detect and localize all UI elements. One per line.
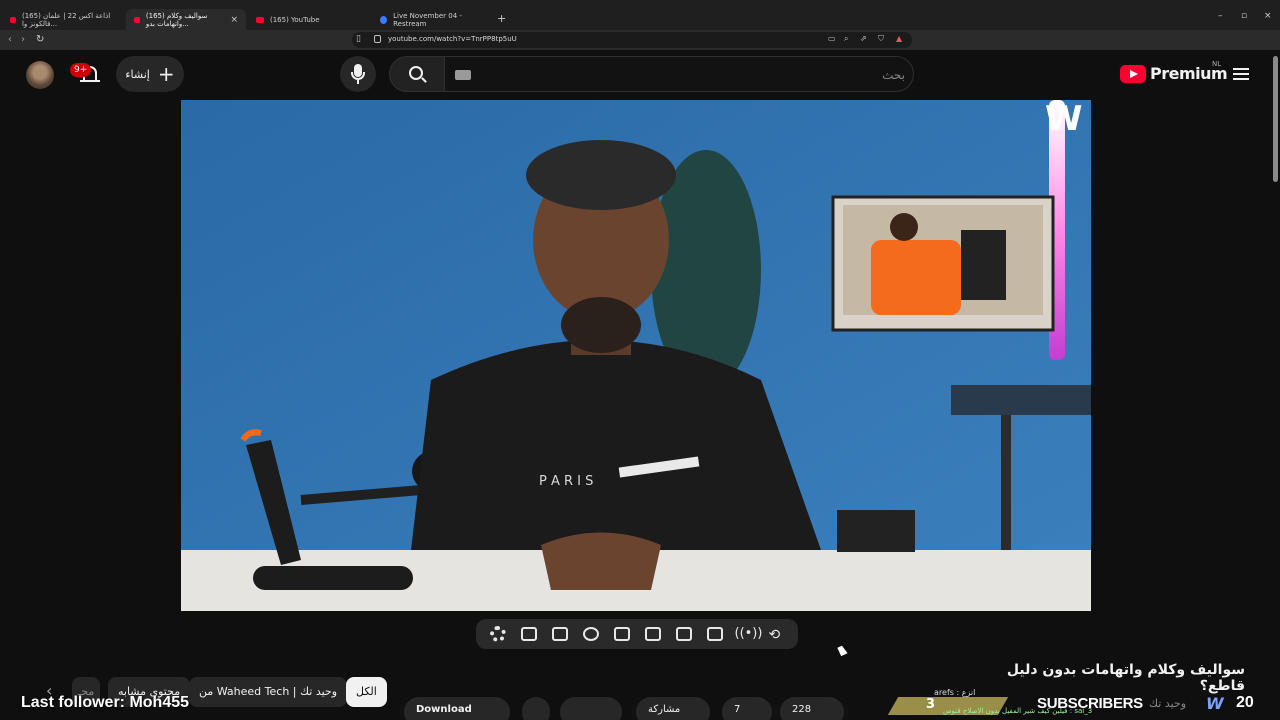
reload-icon[interactable]: ↻ <box>36 34 44 45</box>
more-actions-button[interactable] <box>522 697 550 720</box>
zoom-icon[interactable]: ⌕ <box>844 34 848 44</box>
chip-all[interactable]: الكل <box>346 677 387 707</box>
voice-search-button[interactable] <box>340 56 376 92</box>
share-icon[interactable]: ⇗ <box>860 34 867 43</box>
youtube-masthead: 9+ إنشاء + Premium NL <box>0 50 1280 100</box>
download-label: Download <box>416 704 472 715</box>
tv-pc-case <box>961 230 1006 300</box>
comments-count: 7 <box>734 704 741 715</box>
subscriber-count: 20 <box>1236 694 1254 711</box>
comments-button[interactable]: 7 <box>722 697 772 720</box>
tab-title: (165) YouTube <box>270 15 320 24</box>
page-scrollbar[interactable] <box>1273 56 1278 182</box>
plus-icon: + <box>157 62 175 86</box>
youtube-icon <box>256 16 264 23</box>
browser-tab[interactable]: Live November 04 - Restream <box>372 9 494 30</box>
maximize-button[interactable]: ▫ <box>1241 11 1247 21</box>
add-clip-button[interactable] <box>549 624 571 644</box>
browser-navbar: ‹ › ↻ ▯ youtube.com/watch?v=TnrPP8tp5uU … <box>0 30 1280 73</box>
back-icon[interactable]: ‹ <box>8 34 12 45</box>
player-tools-bar: ((•)) ⟲ <box>476 619 798 649</box>
download-button[interactable]: Download <box>404 697 510 720</box>
channel-name: وحيد تك <box>1149 697 1187 710</box>
watch-button[interactable] <box>704 624 726 644</box>
youtube-play-icon <box>1120 64 1146 83</box>
share-label: مشاركة <box>648 704 681 715</box>
last-follower-overlay: Last follower: Moh455 <box>21 694 190 711</box>
restream-icon <box>380 15 388 24</box>
camera-icon <box>520 627 537 641</box>
expand-icon <box>644 627 661 641</box>
search-input[interactable] <box>505 65 905 85</box>
fullscreen-button[interactable] <box>642 624 664 644</box>
forward-icon[interactable]: › <box>21 34 25 45</box>
person-hair <box>526 140 676 210</box>
tab-title: (165) سواليف وكلام واتهامات بدو... <box>145 11 208 28</box>
speedometer-icon <box>582 627 599 641</box>
browser-tab-active[interactable]: (165) سواليف وكلام واتهامات بدو... × <box>126 9 246 30</box>
person-hands <box>541 532 661 590</box>
close-tab-icon[interactable]: × <box>230 15 238 25</box>
video-player[interactable]: W P A R I S <box>181 100 1091 611</box>
add-frame-icon <box>551 627 568 641</box>
url-text[interactable]: youtube.com/watch?v=TnrPP8tp5uU <box>388 35 517 43</box>
subscriber-goal-count: 3 <box>926 697 936 712</box>
browser-tab[interactable]: (165) YouTube <box>248 9 370 30</box>
clapperboard-icon <box>675 627 692 641</box>
gear-icon <box>489 626 506 642</box>
youtube-icon <box>134 16 140 23</box>
tab-title: (165) اذاعة اكس 22 | علمان فالكونز وا... <box>21 11 111 28</box>
phone-stand-base <box>253 566 413 590</box>
keyboard-icon[interactable] <box>455 70 471 80</box>
film-strip-icon <box>613 627 630 641</box>
minimize-button[interactable]: – <box>1218 11 1223 21</box>
subscriber-widget: 3 arefs : انزع 3_sai : فيلين كيف شير الم… <box>887 688 1280 720</box>
youtube-icon <box>10 16 16 23</box>
w-logo: W <box>1045 100 1083 139</box>
settings-button[interactable] <box>487 624 509 644</box>
subscriber-name: arefs : انزع <box>934 688 976 697</box>
browser-tab-strip: (165) اذاعة اكس 22 | علمان فالكونز وا...… <box>0 0 1280 30</box>
shield-icon[interactable]: ⛉ <box>878 34 884 44</box>
like-button[interactable]: 228 <box>780 697 844 720</box>
screen-icon[interactable]: ▭ <box>828 34 836 43</box>
new-tab-button[interactable]: + <box>497 12 506 25</box>
notification-count-badge: 9+ <box>70 63 92 77</box>
rewards-icon[interactable]: ▲ <box>896 34 902 43</box>
screenshot-button[interactable] <box>518 624 540 644</box>
shirt-print: P A R I S <box>539 474 593 489</box>
country-code: NL <box>1212 60 1222 68</box>
broadcast-button[interactable]: ((•)) <box>735 624 763 644</box>
browser-tab[interactable]: (165) اذاعة اكس 22 | علمان فالكونز وا... <box>2 9 124 30</box>
avatar[interactable] <box>26 61 54 89</box>
theater-button[interactable] <box>611 624 633 644</box>
address-bar[interactable]: ▯ youtube.com/watch?v=TnrPP8tp5uU ▭ ⌕ ⇗ … <box>352 32 912 48</box>
broadcast-icon: ((•)) <box>734 626 763 641</box>
video-frame: W P A R I S <box>181 100 1091 611</box>
tv-person <box>871 240 961 315</box>
site-info-icon[interactable] <box>374 35 381 43</box>
eye-frame-icon <box>706 627 723 641</box>
search-button[interactable] <box>389 56 445 92</box>
close-window-button[interactable]: × <box>1264 11 1272 21</box>
create-button[interactable]: إنشاء + <box>116 56 184 92</box>
tab-title: Live November 04 - Restream <box>393 11 462 28</box>
create-label: إنشاء <box>125 67 150 81</box>
subscribers-label: SUBSCRIBERS <box>1037 695 1143 712</box>
search-box <box>444 56 914 92</box>
loop-icon: ⟲ <box>768 627 781 643</box>
hamburger-menu-icon[interactable] <box>1233 68 1249 80</box>
share-button[interactable]: مشاركة <box>636 697 710 720</box>
save-button[interactable] <box>560 697 622 720</box>
loop-button[interactable]: ⟲ <box>766 624 788 644</box>
speed-button[interactable] <box>580 624 602 644</box>
mouse-cursor <box>837 644 848 657</box>
clapperboard-button[interactable] <box>673 624 695 644</box>
chip-from-channel[interactable]: من Waheed Tech | وحيد تك <box>189 677 348 707</box>
bookmark-icon[interactable]: ▯ <box>356 34 361 44</box>
like-count: 228 <box>792 704 812 715</box>
w-logo-icon: W <box>1206 694 1224 713</box>
